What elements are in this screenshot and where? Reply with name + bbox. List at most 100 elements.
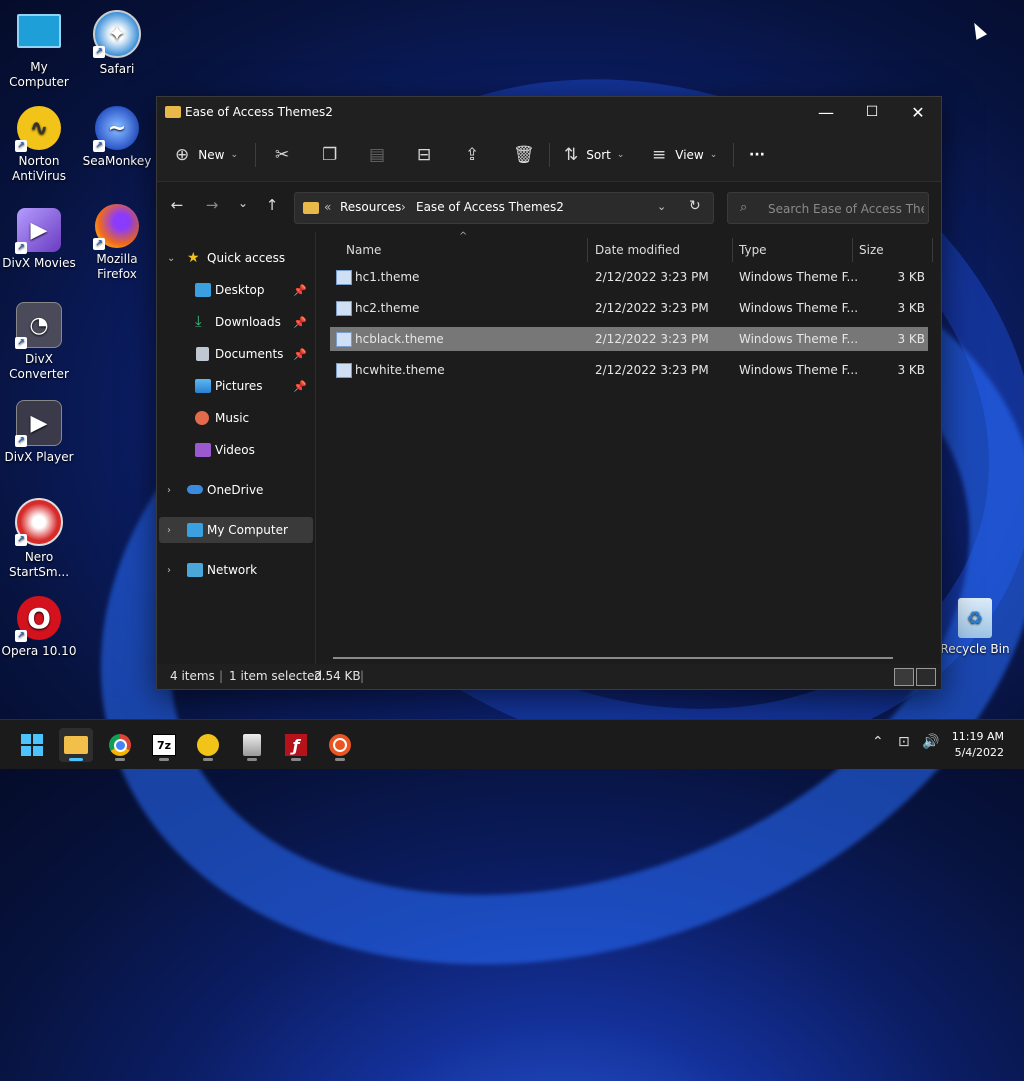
refresh-icon[interactable]: ↻ xyxy=(689,198,701,214)
breadcrumb-resources[interactable]: Resources xyxy=(340,200,401,214)
delete-button[interactable]: 🗑 xyxy=(513,141,535,169)
column-divider[interactable] xyxy=(587,238,588,262)
breadcrumb-separator: › xyxy=(401,200,406,214)
minimize-button[interactable]: — xyxy=(803,97,849,127)
column-header-date[interactable]: Date modified xyxy=(595,243,680,257)
navigation-pane: ⌄ ★ Quick access Desktop 📌 ⤓ Downloads 📌… xyxy=(157,232,316,664)
sidebar-item-pictures[interactable]: Pictures 📌 xyxy=(157,373,313,399)
sidebar-item-desktop[interactable]: Desktop 📌 xyxy=(157,277,313,303)
desktop-icon-label: DivX Movies xyxy=(2,256,76,270)
desktop-icon-label: SeaMonkey xyxy=(82,154,152,168)
desktop-icon-nero[interactable]: ↗ Nero StartSm... xyxy=(0,498,78,580)
sidebar-item-quick-access[interactable]: ⌄ ★ Quick access xyxy=(157,245,313,271)
network-status-icon[interactable]: ⊡ xyxy=(898,734,910,750)
desktop-icon-label: DivX Player xyxy=(4,450,74,464)
volume-icon[interactable]: 🔊 xyxy=(922,734,939,750)
share-button[interactable]: ⇪ xyxy=(465,141,479,169)
status-separator: | xyxy=(219,669,224,683)
pin-icon: 📌 xyxy=(293,283,307,297)
column-header-type[interactable]: Type xyxy=(739,243,767,257)
sidebar-item-network[interactable]: › Network xyxy=(157,557,313,583)
sidebar-item-music[interactable]: Music xyxy=(157,405,313,431)
desktop-icon-seamonkey[interactable]: ~ ↗ SeaMonkey xyxy=(78,106,156,169)
desktop-icon-opera[interactable]: O ↗ Opera 10.10 xyxy=(0,596,78,659)
desktop-icon-safari[interactable]: ✦ ↗ Safari xyxy=(78,10,156,77)
column-header-name[interactable]: Name xyxy=(346,243,381,257)
theme-file-icon xyxy=(336,301,352,316)
desktop-icon-divx-player[interactable]: ▶ ↗ DivX Player xyxy=(0,400,78,465)
column-divider[interactable] xyxy=(932,238,933,262)
navigation-bar: ← → ⌄ ↑ « Resources › Ease of Access The… xyxy=(157,182,941,232)
window-title: Ease of Access Themes2 xyxy=(185,105,333,119)
pin-icon: 📌 xyxy=(293,379,307,393)
back-arrow-icon[interactable]: ← xyxy=(165,196,189,218)
sidebar-item-downloads[interactable]: ⤓ Downloads 📌 xyxy=(157,309,313,335)
address-history-chevron-icon[interactable]: ⌄ xyxy=(657,200,666,213)
new-button[interactable]: ⊕ New ⌄ xyxy=(175,141,238,169)
desktop-icon-recycle-bin[interactable]: ♻ Recycle Bin xyxy=(936,598,1014,657)
desktop-icon-my-computer[interactable]: My Computer xyxy=(0,10,78,90)
file-date: 2/12/2022 3:23 PM xyxy=(595,363,709,377)
computer-icon xyxy=(187,523,203,537)
rename-button[interactable]: ⊟ xyxy=(417,141,431,169)
breadcrumb-overflow[interactable]: « xyxy=(324,200,331,214)
7zip-icon[interactable]: 7z xyxy=(147,728,181,762)
sidebar-item-documents[interactable]: Documents 📌 xyxy=(157,341,313,367)
file-date: 2/12/2022 3:23 PM xyxy=(595,270,709,284)
sidebar-item-my-computer[interactable]: › My Computer xyxy=(159,517,313,543)
downloads-icon: ⤓ xyxy=(195,312,202,330)
command-bar: ⊕ New ⌄ ✂ ❐ ▤ ⊟ ⇪ 🗑 ⇅ Sort ⌄ ≡ View ⌄ ··… xyxy=(157,129,941,182)
folder-icon xyxy=(303,202,319,214)
ubuntu-icon[interactable] xyxy=(323,728,357,762)
folder-icon xyxy=(165,106,181,118)
star-icon: ★ xyxy=(187,250,200,266)
horizontal-scrollbar[interactable] xyxy=(333,657,893,659)
column-header-size[interactable]: Size xyxy=(859,243,884,257)
cut-button[interactable]: ✂ xyxy=(275,141,289,169)
view-button[interactable]: ≡ View ⌄ xyxy=(652,141,717,169)
paste-button[interactable]: ▤ xyxy=(369,141,385,169)
chevron-up-icon[interactable]: ⌃ xyxy=(872,734,884,750)
desktop-icon-norton[interactable]: ∿ ↗ Norton AntiVirus xyxy=(0,106,78,184)
title-bar[interactable]: Ease of Access Themes2 — ☐ ✕ xyxy=(157,97,941,129)
up-arrow-icon[interactable]: ↑ xyxy=(260,196,284,218)
recent-locations-chevron-icon[interactable]: ⌄ xyxy=(231,196,255,218)
file-date: 2/12/2022 3:23 PM xyxy=(595,301,709,315)
maximize-button[interactable]: ☐ xyxy=(849,97,895,127)
more-options-button[interactable]: ··· xyxy=(749,141,765,169)
search-box[interactable]: ⌕ xyxy=(727,192,929,224)
sidebar-item-onedrive[interactable]: › OneDrive xyxy=(157,477,313,503)
installer-icon[interactable] xyxy=(235,728,269,762)
table-row[interactable]: hc1.theme 2/12/2022 3:23 PM Windows Them… xyxy=(330,265,928,289)
address-bar[interactable]: « Resources › Ease of Access Themes2 ⌄ ↻ xyxy=(294,192,714,224)
close-button[interactable]: ✕ xyxy=(895,97,941,127)
table-row[interactable]: hc2.theme 2/12/2022 3:23 PM Windows Them… xyxy=(330,296,928,320)
forward-arrow-icon[interactable]: → xyxy=(200,196,224,218)
file-explorer-icon[interactable] xyxy=(59,728,93,762)
sidebar-item-label: OneDrive xyxy=(207,483,264,497)
copy-button[interactable]: ❐ xyxy=(322,141,337,169)
chrome-icon[interactable] xyxy=(103,728,137,762)
column-divider[interactable] xyxy=(852,238,853,262)
network-icon xyxy=(187,563,203,577)
file-size: 3 KB xyxy=(897,270,925,284)
norton-icon[interactable] xyxy=(191,728,225,762)
column-divider[interactable] xyxy=(732,238,733,262)
system-clock[interactable]: 11:19 AM 5/4/2022 xyxy=(952,729,1004,761)
desktop-icon-firefox[interactable]: ↗ Mozilla Firefox xyxy=(78,204,156,282)
search-input[interactable] xyxy=(766,199,926,219)
details-view-icon[interactable] xyxy=(894,668,914,686)
mouse-cursor xyxy=(968,20,988,40)
large-icons-view-icon[interactable] xyxy=(916,668,936,686)
flash-icon[interactable]: ƒ xyxy=(279,728,313,762)
sidebar-item-label: Videos xyxy=(215,443,255,457)
sidebar-item-videos[interactable]: Videos xyxy=(157,437,313,463)
copy-icon: ❐ xyxy=(322,145,338,165)
desktop-icon-divx-converter[interactable]: ◔ ↗ DivX Converter xyxy=(0,302,78,382)
sort-button[interactable]: ⇅ Sort ⌄ xyxy=(564,141,624,169)
breadcrumb-current[interactable]: Ease of Access Themes2 xyxy=(416,200,564,214)
table-row[interactable]: hcwhite.theme 2/12/2022 3:23 PM Windows … xyxy=(330,358,928,382)
start-icon[interactable] xyxy=(15,728,49,762)
desktop-icon-divx-movies[interactable]: ▶ ↗ DivX Movies xyxy=(0,208,78,271)
table-row-selected[interactable]: hcblack.theme 2/12/2022 3:23 PM Windows … xyxy=(330,327,928,351)
